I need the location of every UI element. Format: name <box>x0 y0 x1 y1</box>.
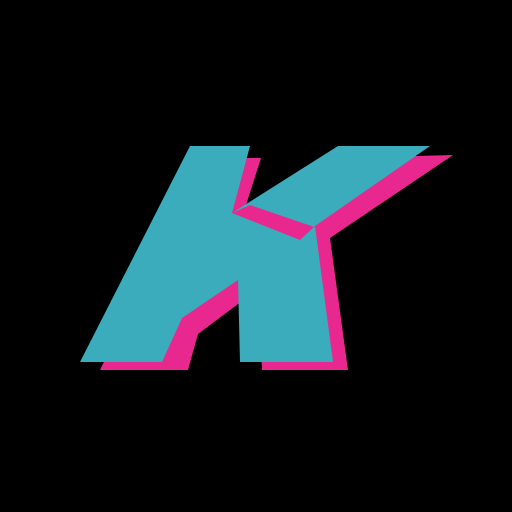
k-letter-logo-icon <box>0 0 512 512</box>
app-icon <box>0 0 512 512</box>
